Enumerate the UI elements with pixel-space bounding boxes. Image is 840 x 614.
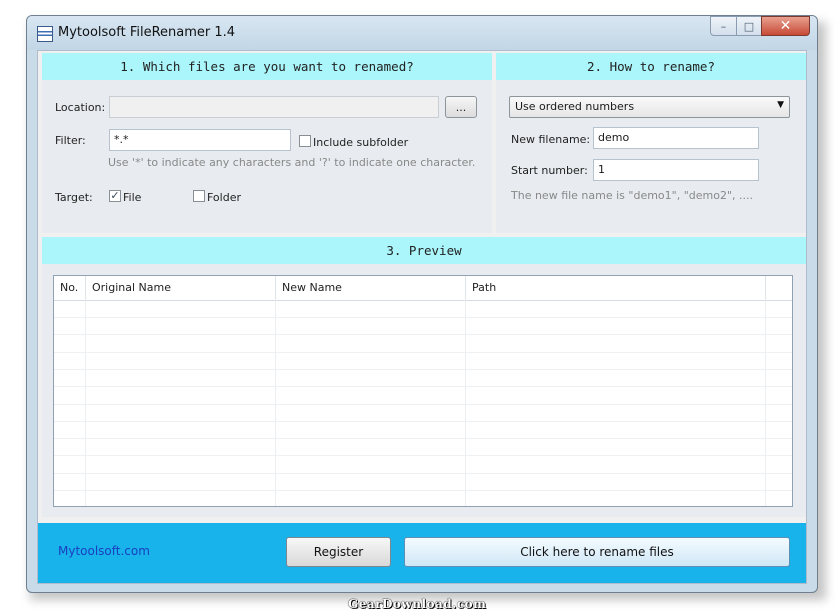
filter-label: Filter: <box>55 134 86 147</box>
section3-header: 3. Preview <box>42 237 806 264</box>
start-number-input[interactable]: 1 <box>593 159 759 181</box>
column-path[interactable]: Path <box>466 276 766 300</box>
title-bar[interactable]: Mytoolsoft FileRenamer 1.4 – □ ✕ <box>27 16 817 50</box>
rename-method-select[interactable]: Use ordered numbers ▼ <box>509 96 790 118</box>
location-input[interactable] <box>109 96 439 118</box>
file-checkbox[interactable]: ✓ <box>109 190 121 202</box>
maximize-icon: □ <box>743 19 755 33</box>
include-subfolder-checkbox[interactable] <box>299 135 311 147</box>
close-button[interactable]: ✕ <box>761 16 810 36</box>
watermark: GearDownload.com <box>348 597 487 611</box>
column-original-name[interactable]: Original Name <box>86 276 276 300</box>
grid-row-line <box>54 472 792 474</box>
rename-hint: The new file name is "demo1", "demo2", .… <box>511 189 754 202</box>
grid-row-line <box>54 403 792 405</box>
grid-row-line <box>54 438 792 440</box>
folder-checkbox[interactable] <box>193 190 205 202</box>
grid-row-line <box>54 490 792 491</box>
include-subfolder-label[interactable]: Include subfolder <box>313 136 408 149</box>
start-number-label: Start number: <box>511 164 588 177</box>
app-window: Mytoolsoft FileRenamer 1.4 – □ ✕ 1. Whic… <box>26 15 818 593</box>
file-label[interactable]: File <box>123 191 141 204</box>
grid-row-line <box>54 420 792 422</box>
new-filename-label: New filename: <box>511 133 591 146</box>
filter-hint: Use '*' to indicate any characters and '… <box>108 156 476 169</box>
column-no[interactable]: No. <box>54 276 86 300</box>
grid-row-line <box>54 386 792 388</box>
dropdown-arrow-icon: ▼ <box>777 100 784 110</box>
grid-row-line <box>54 351 792 353</box>
filter-input[interactable]: *.* <box>109 129 291 151</box>
maximize-button[interactable]: □ <box>736 16 762 36</box>
folder-label[interactable]: Folder <box>207 191 241 204</box>
website-link[interactable]: Mytoolsoft.com <box>58 544 150 558</box>
grid-row-line <box>54 368 792 370</box>
minimize-button[interactable]: – <box>710 16 737 36</box>
minimize-icon: – <box>720 19 727 33</box>
section2-header: 2. How to rename? <box>496 53 806 80</box>
grid-row-line <box>54 455 792 457</box>
rename-method-value: Use ordered numbers <box>515 100 635 113</box>
column-new-name[interactable]: New Name <box>276 276 466 300</box>
rename-files-button[interactable]: Click here to rename files <box>404 537 790 567</box>
table-header: No. Original Name New Name Path <box>54 276 792 301</box>
section1-header: 1. Which files are you want to renamed? <box>42 53 492 80</box>
close-icon: ✕ <box>779 18 792 34</box>
grid-row-line <box>54 317 792 318</box>
files-panel: 1. Which files are you want to renamed? … <box>42 53 492 233</box>
footer-bar: Mytoolsoft.com Register Click here to re… <box>38 523 806 583</box>
rename-method-panel: 2. How to rename? Use ordered numbers ▼ … <box>496 53 806 233</box>
browse-button[interactable]: ... <box>445 96 477 118</box>
location-label: Location: <box>55 101 106 114</box>
client-area: 1. Which files are you want to renamed? … <box>37 50 807 584</box>
preview-table[interactable]: No. Original Name New Name Path <box>53 275 793 507</box>
grid-row-line <box>54 334 792 336</box>
target-label: Target: <box>55 191 93 204</box>
new-filename-input[interactable]: demo <box>593 127 759 149</box>
register-button[interactable]: Register <box>286 537 391 567</box>
window-title: Mytoolsoft FileRenamer 1.4 <box>58 25 236 40</box>
preview-panel: 3. Preview No. Original Name New Name Pa… <box>42 237 806 517</box>
app-icon <box>37 26 53 42</box>
